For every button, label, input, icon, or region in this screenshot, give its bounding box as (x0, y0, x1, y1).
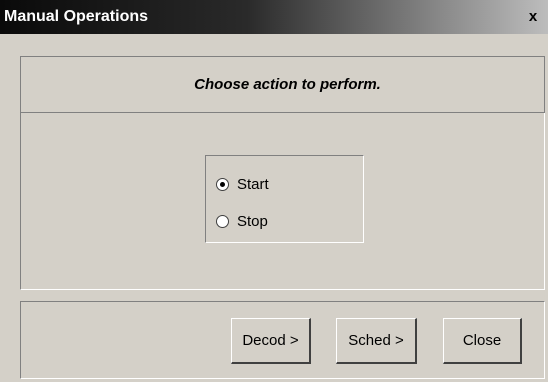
title-bar[interactable]: Manual Operations x (0, 0, 548, 34)
close-icon[interactable]: x (524, 8, 542, 26)
radio-dot-icon (220, 181, 225, 187)
radio-start-label[interactable]: Start (237, 176, 269, 193)
radio-unselected-icon[interactable] (216, 214, 229, 228)
prompt-header: Choose action to perform. (20, 56, 545, 113)
radio-start[interactable]: Start (216, 174, 269, 194)
manual-operations-dialog: Manual Operations x Choose action to per… (0, 0, 548, 382)
radio-selected-icon[interactable] (216, 177, 229, 191)
action-radio-group: Start Stop (205, 155, 364, 243)
sched-button[interactable]: Sched > (336, 318, 417, 364)
radio-stop[interactable]: Stop (216, 211, 268, 231)
close-button[interactable]: Close (443, 318, 522, 364)
prompt-text: Choose action to perform. (194, 76, 381, 93)
radio-stop-label[interactable]: Stop (237, 213, 268, 230)
decod-button[interactable]: Decod > (231, 318, 311, 364)
window-title: Manual Operations (4, 8, 149, 25)
